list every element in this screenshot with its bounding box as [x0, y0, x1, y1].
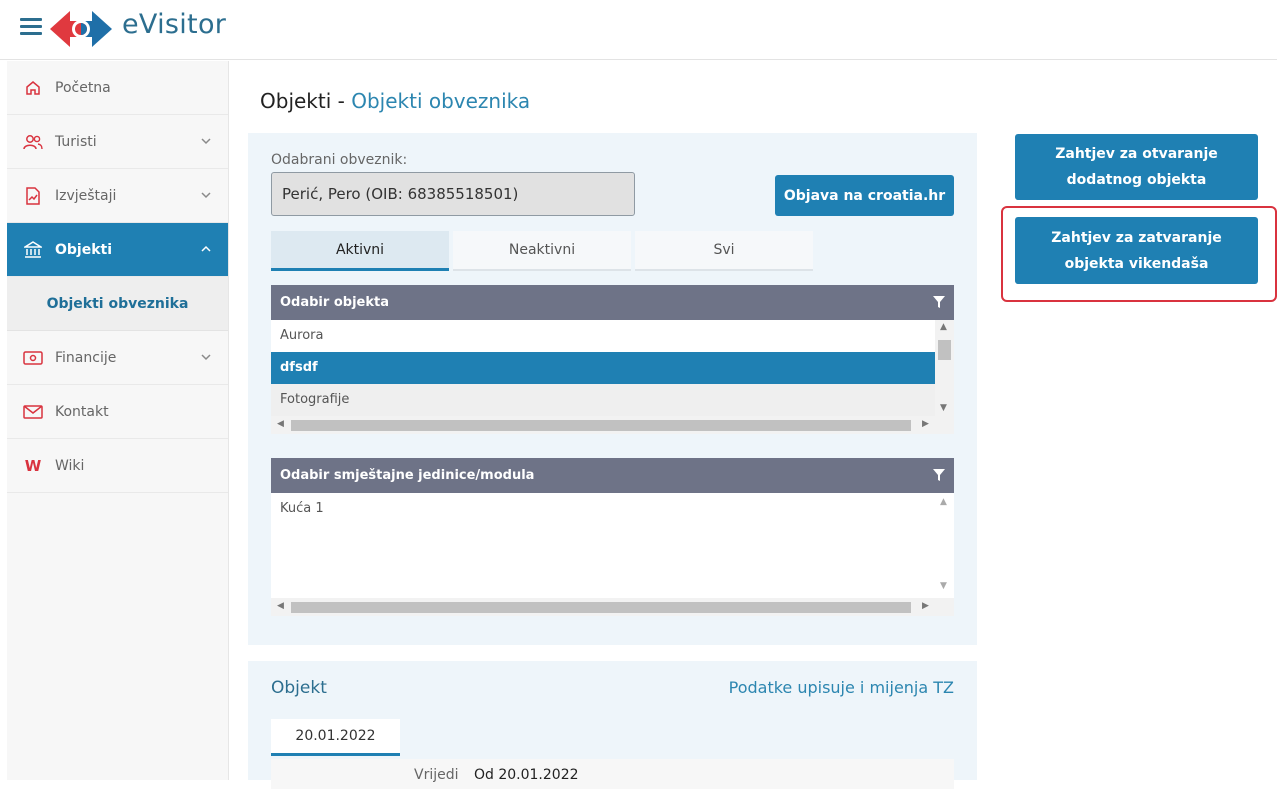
obveznik-field[interactable]: Perić, Pero (OIB: 68385518501) — [271, 172, 635, 216]
brand-name[interactable]: eVisitor — [122, 9, 226, 40]
sidebar-item-objekti[interactable]: Objekti — [7, 223, 228, 277]
chevron-down-icon — [200, 135, 212, 147]
sidebar-item-turisti[interactable]: Turisti — [7, 115, 228, 169]
scroll-left-icon[interactable]: ◀ — [277, 601, 284, 611]
wiki-icon: W — [23, 456, 43, 476]
units-grid: Odabir smještajne jedinice/modula Kuća 1… — [271, 458, 954, 616]
horizontal-scrollbar[interactable]: ◀ ▶ — [271, 598, 954, 616]
sidebar-item-label: Početna — [55, 79, 111, 96]
scrollbar-thumb[interactable] — [938, 340, 951, 360]
chevron-down-icon — [200, 189, 212, 201]
obveznik-label: Odabrani obveznik: — [271, 152, 408, 168]
objects-panel: Odabrani obveznik: Perić, Pero (OIB: 683… — [248, 133, 977, 645]
sidebar-subitem-label: Objekti obveznika — [46, 295, 189, 312]
home-icon — [23, 78, 43, 98]
horizontal-scrollbar[interactable]: ◀ ▶ — [271, 416, 954, 434]
sidebar-item-label: Turisti — [55, 133, 97, 150]
chevron-down-icon — [200, 351, 212, 363]
page-title: Objekti - Objekti obveznika — [260, 89, 530, 113]
scrollbar-thumb[interactable] — [291, 602, 911, 613]
sidebar-item-kontakt[interactable]: Kontakt — [7, 385, 228, 439]
tab-neaktivni[interactable]: Neaktivni — [453, 231, 631, 271]
detail-row: Vrijedi Od 20.01.2022 — [271, 759, 954, 789]
request-open-object-button[interactable]: Zahtjev za otvaranje dodatnog objekta — [1015, 134, 1258, 200]
tab-date-version[interactable]: 20.01.2022 — [271, 719, 400, 756]
table-row[interactable]: Aurora — [271, 320, 935, 352]
sidebar-item-label: Objekti — [55, 241, 113, 258]
units-grid-header: Odabir smještajne jedinice/modula — [271, 458, 954, 493]
sidebar: Početna Turisti Izvještaji Objekti Objek… — [7, 61, 229, 780]
page-title-sub: Objekti obveznika — [351, 89, 531, 113]
scroll-down-icon[interactable]: ▼ — [940, 581, 947, 591]
money-icon — [23, 348, 43, 368]
envelope-icon — [23, 402, 43, 422]
sidebar-item-label: Financije — [55, 349, 117, 366]
filter-icon[interactable] — [932, 468, 946, 482]
sidebar-item-financije[interactable]: Financije — [7, 331, 228, 385]
objects-grid-title: Odabir objekta — [280, 295, 389, 310]
scroll-right-icon[interactable]: ▶ — [922, 601, 929, 611]
tz-data-link[interactable]: Podatke upisuje i mijenja TZ — [729, 678, 954, 697]
evisitor-logo — [50, 11, 112, 47]
page-title-main: Objekti - — [260, 89, 352, 113]
objects-grid: Odabir objekta Aurora dfsdf Fotografije … — [271, 285, 954, 434]
objects-grid-header: Odabir objekta — [271, 285, 954, 320]
sidebar-item-label: Wiki — [55, 457, 85, 474]
objects-grid-body: Aurora dfsdf Fotografije ▲ ▼ — [271, 320, 954, 416]
tab-svi[interactable]: Svi — [635, 231, 813, 271]
units-grid-title: Odabir smještajne jedinice/modula — [280, 468, 535, 483]
table-row[interactable]: Fotografije — [271, 384, 935, 416]
table-row-selected[interactable]: dfsdf — [271, 352, 935, 384]
scroll-right-icon[interactable]: ▶ — [922, 419, 929, 429]
sidebar-item-label: Kontakt — [55, 403, 109, 420]
scroll-left-icon[interactable]: ◀ — [277, 419, 284, 429]
filter-icon[interactable] — [932, 295, 946, 309]
vertical-scrollbar[interactable]: ▲ ▼ — [935, 320, 954, 416]
chevron-up-icon — [200, 243, 212, 255]
app-header: eVisitor — [0, 0, 1277, 60]
sidebar-item-izvjestaji[interactable]: Izvještaji — [7, 169, 228, 223]
object-details-panel: Objekt Podatke upisuje i mijenja TZ 20.0… — [248, 661, 977, 789]
sidebar-item-label: Izvještaji — [55, 187, 117, 204]
building-icon — [23, 240, 43, 260]
sidebar-item-wiki[interactable]: W Wiki — [7, 439, 228, 493]
request-close-weekend-object-button[interactable]: Zahtjev za zatvaranje objekta vikendaša — [1015, 217, 1258, 284]
scroll-up-icon[interactable]: ▲ — [940, 322, 947, 332]
users-icon — [23, 132, 43, 152]
detail-label: Vrijedi — [414, 767, 459, 783]
sidebar-subitem-objekti-obveznika[interactable]: Objekti obveznika — [7, 277, 228, 331]
hamburger-menu-icon[interactable] — [20, 18, 42, 36]
scroll-down-icon[interactable]: ▼ — [940, 403, 947, 413]
tab-aktivni[interactable]: Aktivni — [271, 231, 449, 271]
scrollbar-thumb[interactable] — [291, 420, 911, 431]
scroll-up-icon[interactable]: ▲ — [940, 497, 947, 507]
report-icon — [23, 186, 43, 206]
objava-croatia-button[interactable]: Objava na croatia.hr — [775, 175, 954, 216]
wiki-icon-letter: W — [24, 456, 42, 475]
vertical-scrollbar[interactable]: ▲ ▼ — [935, 493, 954, 598]
units-grid-body: Kuća 1 ▲ ▼ — [271, 493, 954, 598]
object-section-title: Objekt — [271, 678, 327, 698]
table-row[interactable]: Kuća 1 — [271, 493, 935, 525]
status-tabs: Aktivni Neaktivni Svi — [271, 231, 817, 271]
sidebar-item-pocetna[interactable]: Početna — [7, 61, 228, 115]
detail-value: Od 20.01.2022 — [474, 767, 579, 783]
